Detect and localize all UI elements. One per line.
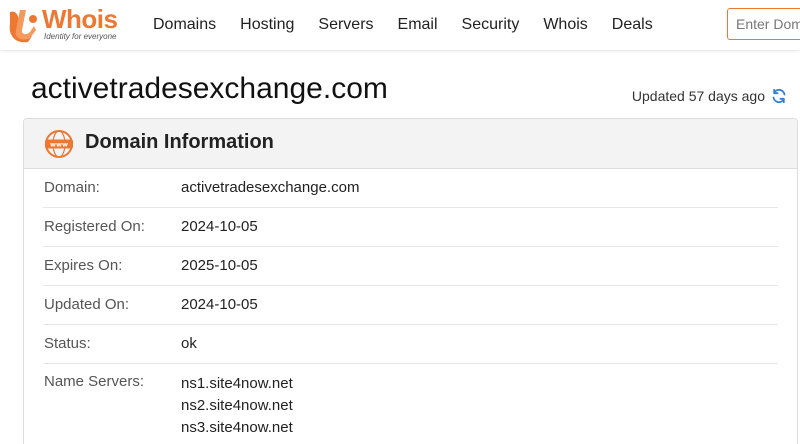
info-row-updated: Updated On: 2024-10-05	[43, 286, 778, 325]
info-label: Name Servers:	[44, 373, 145, 390]
search-input[interactable]	[727, 8, 800, 40]
main-nav: Domains Hosting Servers Email Security W…	[153, 0, 677, 50]
nav-domains[interactable]: Domains	[153, 16, 216, 34]
nav-deals[interactable]: Deals	[612, 16, 653, 34]
page-title: activetradesexchange.com	[31, 72, 388, 105]
info-label: Expires On:	[44, 257, 123, 274]
logo-wordmark: Whois	[42, 4, 118, 34]
refresh-icon[interactable]	[771, 88, 787, 104]
top-header: Whois Identity for everyone Domains Host…	[0, 0, 800, 50]
info-label: Domain:	[44, 179, 100, 196]
info-value: activetradesexchange.com	[181, 179, 360, 196]
info-label: Status:	[44, 335, 91, 352]
name-server-list: ns1.site4now.net ns2.site4now.net ns3.si…	[181, 373, 293, 439]
www-icon: www	[45, 130, 73, 158]
whois-logo[interactable]: Whois Identity for everyone	[6, 4, 136, 46]
info-value: 2024-10-05	[181, 296, 258, 313]
name-server: ns2.site4now.net	[181, 397, 293, 414]
info-row-name-servers: Name Servers: ns1.site4now.net ns2.site4…	[43, 364, 778, 439]
nav-servers[interactable]: Servers	[318, 16, 373, 34]
nav-security[interactable]: Security	[462, 16, 520, 34]
nav-hosting[interactable]: Hosting	[240, 16, 294, 34]
svg-text:www: www	[50, 141, 68, 149]
info-row-registered: Registered On: 2024-10-05	[43, 208, 778, 247]
info-value: 2024-10-05	[181, 218, 258, 235]
info-row-status: Status: ok	[43, 325, 778, 364]
info-value: 2025-10-05	[181, 257, 258, 274]
logo-mark-icon	[9, 10, 37, 43]
card-header: www Domain Information	[24, 119, 797, 169]
card-title: Domain Information	[85, 131, 274, 153]
info-row-expires: Expires On: 2025-10-05	[43, 247, 778, 286]
updated-text: Updated 57 days ago	[631, 88, 765, 104]
info-row-domain: Domain: activetradesexchange.com	[43, 169, 778, 208]
info-value: ok	[181, 335, 197, 352]
domain-info-table: Domain: activetradesexchange.com Registe…	[24, 169, 797, 439]
info-label: Updated On:	[44, 296, 130, 313]
name-server: ns3.site4now.net	[181, 419, 293, 436]
updated-status: Updated 57 days ago	[632, 88, 787, 104]
name-server: ns1.site4now.net	[181, 375, 293, 392]
nav-whois[interactable]: Whois	[543, 16, 587, 34]
logo-tagline: Identity for everyone	[44, 32, 117, 41]
info-label: Registered On:	[44, 218, 145, 235]
nav-email[interactable]: Email	[398, 16, 438, 34]
domain-information-card: www Domain Information Domain: activetra…	[23, 118, 798, 444]
